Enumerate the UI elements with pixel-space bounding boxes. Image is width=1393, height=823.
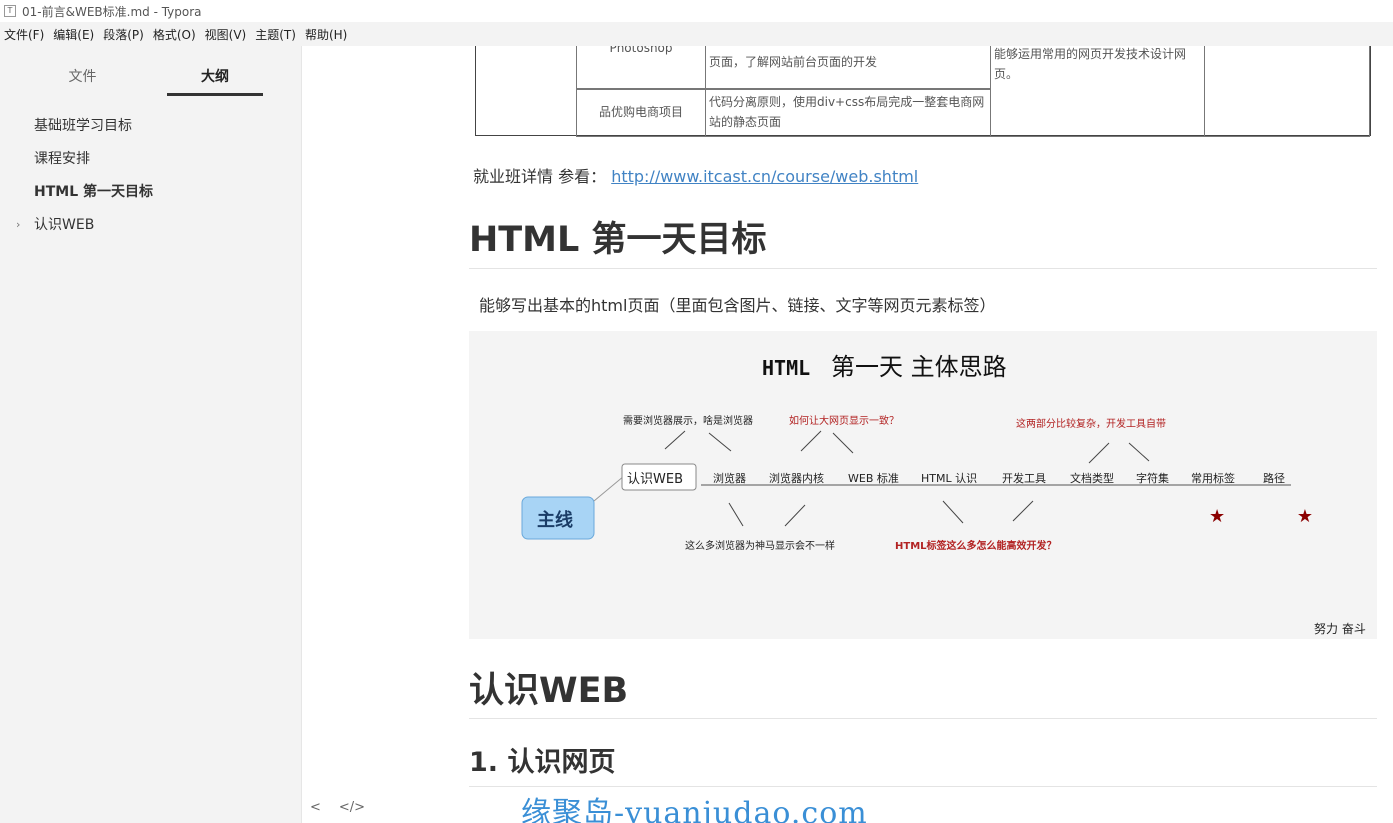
typora-icon: T <box>4 5 16 17</box>
chain-node-browser: 浏览器 <box>713 471 746 485</box>
table-cell: Photoshop <box>576 46 706 89</box>
outline-item-course-schedule[interactable]: 课程安排 <box>0 148 301 181</box>
arrow-icon <box>1128 442 1150 462</box>
sidebar: 文件 大纲 基础班学习目标 课程安排 HTML 第一天目标 › 认识WEB <box>0 46 302 823</box>
note-bottom-browser: 这么多浏览器为神马显示会不一样 <box>685 539 835 552</box>
heading-know-web: 认识WEB <box>469 671 629 711</box>
outline-item-html-day1[interactable]: HTML 第一天目标 <box>0 181 301 214</box>
course-table: Photoshop 页面，了解网站前台页面的开发 能够运用常用的网页开发技术设计… <box>475 46 1371 137</box>
job-class-label: 就业班详情 参看： <box>473 167 607 186</box>
heading-divider <box>469 786 1377 787</box>
outline-item-label: 基础班学习目标 <box>34 118 132 134</box>
window-title: 01-前言&WEB标准.md - Typora <box>22 4 202 19</box>
table-cell: 页面，了解网站前台页面的开发 <box>705 46 991 89</box>
chain-node-web-standard: WEB 标准 <box>848 471 899 485</box>
outline-item-know-web[interactable]: › 认识WEB <box>0 214 301 247</box>
menu-help[interactable]: 帮助(H) <box>301 26 352 43</box>
chevron-right-icon[interactable]: › <box>16 214 20 236</box>
editor-content[interactable]: Photoshop 页面，了解网站前台页面的开发 能够运用常用的网页开发技术设计… <box>303 46 1393 823</box>
tab-outline[interactable]: 大纲 <box>165 46 265 98</box>
menu-format[interactable]: 格式(O) <box>149 26 201 43</box>
outline-list: 基础班学习目标 课程安排 HTML 第一天目标 › 认识WEB <box>0 98 301 247</box>
day1-goal-paragraph: 能够写出基本的html页面（里面包含图片、链接、文字等网页元素标签） <box>479 296 996 315</box>
menu-file[interactable]: 文件(F) <box>0 26 49 43</box>
menu-view[interactable]: 视图(V) <box>201 26 252 43</box>
root-node-label: 认识WEB <box>627 472 683 487</box>
heading-know-webpage: 1. 认识网页 <box>469 747 616 778</box>
arrow-icon <box>832 432 854 454</box>
job-class-paragraph: 就业班详情 参看： http://www.itcast.cn/course/we… <box>473 163 918 187</box>
arrow-icon <box>800 430 822 452</box>
star-icon: ★ ★ <box>1209 506 1346 527</box>
table-cell: 能够运用常用的网页开发技术设计网页。 <box>990 46 1205 137</box>
mindmap-image: HTML 第一天 主体思路 主线 认识WEB 浏览器 浏览器内核 WEB 标准 … <box>469 331 1377 639</box>
arrow-icon <box>1088 442 1110 464</box>
menu-theme[interactable]: 主题(T) <box>251 26 301 43</box>
job-class-link[interactable]: http://www.itcast.cn/course/web.shtml <box>611 167 918 186</box>
table-cell: 品优购电商项目 <box>576 89 706 137</box>
outline-item-label: HTML 第一天目标 <box>34 184 153 200</box>
chain-node-doctype: 文档类型 <box>1070 471 1114 485</box>
note-standard: 如何让大网页显示一致？ <box>789 414 899 427</box>
outline-item-basic-goals[interactable]: 基础班学习目标 <box>0 115 301 148</box>
outline-item-label: 课程安排 <box>34 151 90 167</box>
main-node-label: 主线 <box>537 509 573 531</box>
mindmap-title-html: HTML <box>762 356 810 380</box>
watermark: 缘聚岛-yuanjudao.com <box>521 796 868 823</box>
chain-node-charset: 字符集 <box>1136 471 1169 485</box>
title-bar: T 01-前言&WEB标准.md - Typora <box>0 0 1393 22</box>
arrow-icon <box>664 430 686 450</box>
arrow-icon <box>942 500 964 524</box>
heading-html-day1: HTML 第一天目标 <box>469 220 767 260</box>
menu-paragraph[interactable]: 段落(P) <box>99 26 149 43</box>
mindmap-drawing: HTML 第一天 主体思路 主线 认识WEB 浏览器 浏览器内核 WEB 标准 … <box>521 353 1366 636</box>
chain-node-dev-tools: 开发工具 <box>1002 471 1046 485</box>
chain-node-browser-kernel: 浏览器内核 <box>769 471 824 485</box>
heading-divider <box>469 718 1377 719</box>
menu-bar: 文件(F) 编辑(E) 段落(P) 格式(O) 视图(V) 主题(T) 帮助(H… <box>0 22 1393 46</box>
note-complex: 这两部分比较复杂，开发工具自带 <box>1016 417 1166 430</box>
arrow-icon <box>708 432 732 452</box>
arrow-icon <box>728 502 744 527</box>
mindmap-title: 第一天 主体思路 <box>831 353 1007 381</box>
outline-item-label: 认识WEB <box>34 217 95 233</box>
table-cell <box>1204 46 1370 137</box>
note-browser-top: 需要浏览器展示，啥是浏览器 <box>623 414 753 427</box>
chain-node-path: 路径 <box>1263 472 1285 485</box>
chain-node-html-intro: HTML 认识 <box>921 472 977 485</box>
sidebar-tabs: 文件 大纲 <box>0 46 301 98</box>
arrow-icon <box>784 504 806 527</box>
arrow-icon <box>1012 500 1034 522</box>
note-bottom-html: HTML标签这么多怎么能高效开发？ <box>895 539 1057 552</box>
heading-divider <box>469 268 1377 269</box>
mindmap-signature: 努力 奋斗 <box>1314 621 1366 636</box>
table-cell: 代码分离原则，使用div+css布局完成一整套电商网站的静态页面 <box>705 89 991 137</box>
menu-edit[interactable]: 编辑(E) <box>49 26 99 43</box>
chain-node-common-tags: 常用标签 <box>1191 471 1235 485</box>
tab-files[interactable]: 文件 <box>0 46 165 98</box>
connector-line <box>593 475 625 502</box>
